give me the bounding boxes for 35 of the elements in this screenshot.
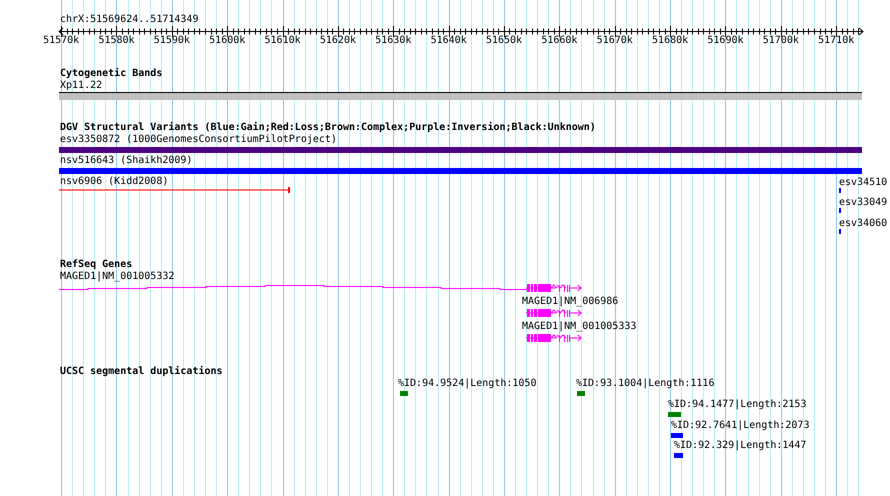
ruler-label: 51650k	[486, 36, 522, 46]
ruler-label: 51670k	[596, 36, 633, 46]
ruler-label: 51640k	[430, 36, 467, 46]
duplication-label: %ID:93.1004|Length:1116	[576, 379, 714, 389]
gene-label: MAGED1|NM_006986	[522, 297, 618, 307]
variant-label: esv3350872 (1000GenomesConsortiumPilotProject)	[60, 135, 337, 145]
ruler-label: 51630k	[375, 36, 412, 46]
ruler-label: 51610k	[264, 36, 301, 46]
duplication-label: %ID:94.1477|Length:2153	[668, 400, 806, 410]
ruler-label: 51710k	[818, 36, 854, 46]
ruler-label: 51700k	[762, 36, 799, 46]
track-title: RefSeq Genes	[60, 260, 132, 270]
variant-label: esv34060	[839, 219, 888, 229]
position-label: chrX:51569624..51714349	[60, 15, 198, 25]
track-title: Cytogenetic Bands	[60, 69, 162, 79]
band-label: Xp11.22	[60, 81, 102, 91]
variant-label: nsv516643 (Shaikh2009)	[60, 156, 192, 166]
gene-label: MAGED1|NM_001005333	[522, 322, 636, 332]
ruler-label: 51570k	[43, 36, 80, 46]
track-title: DGV Structural Variants (Blue:Gain;Red:Loss;Brown:Complex;Purple:Inversion;Black:Unknown)	[60, 123, 596, 133]
variant-label: esv34510	[839, 178, 888, 188]
ruler-label: 51620k	[320, 36, 356, 46]
duplication-label: %ID:92.329|Length:1447	[674, 441, 806, 451]
duplication-label: %ID:92.7641|Length:2073	[671, 421, 810, 431]
gene-label: MAGED1|NM_001005332	[60, 272, 174, 282]
ruler-label: 51580k	[98, 36, 134, 46]
ruler-label: 51660k	[541, 36, 578, 46]
duplication-label: %ID:94.9524|Length:1050	[398, 379, 536, 389]
ruler-label: 51690k	[707, 36, 744, 46]
ruler-label: 51600k	[209, 36, 246, 46]
ruler-label: 51680k	[652, 36, 688, 46]
variant-label: nsv6906 (Kidd2008)	[60, 177, 168, 187]
track-title: UCSC segmental duplications	[60, 367, 223, 377]
variant-label: esv33049	[839, 198, 888, 208]
ruler-label: 51590k	[154, 36, 190, 46]
